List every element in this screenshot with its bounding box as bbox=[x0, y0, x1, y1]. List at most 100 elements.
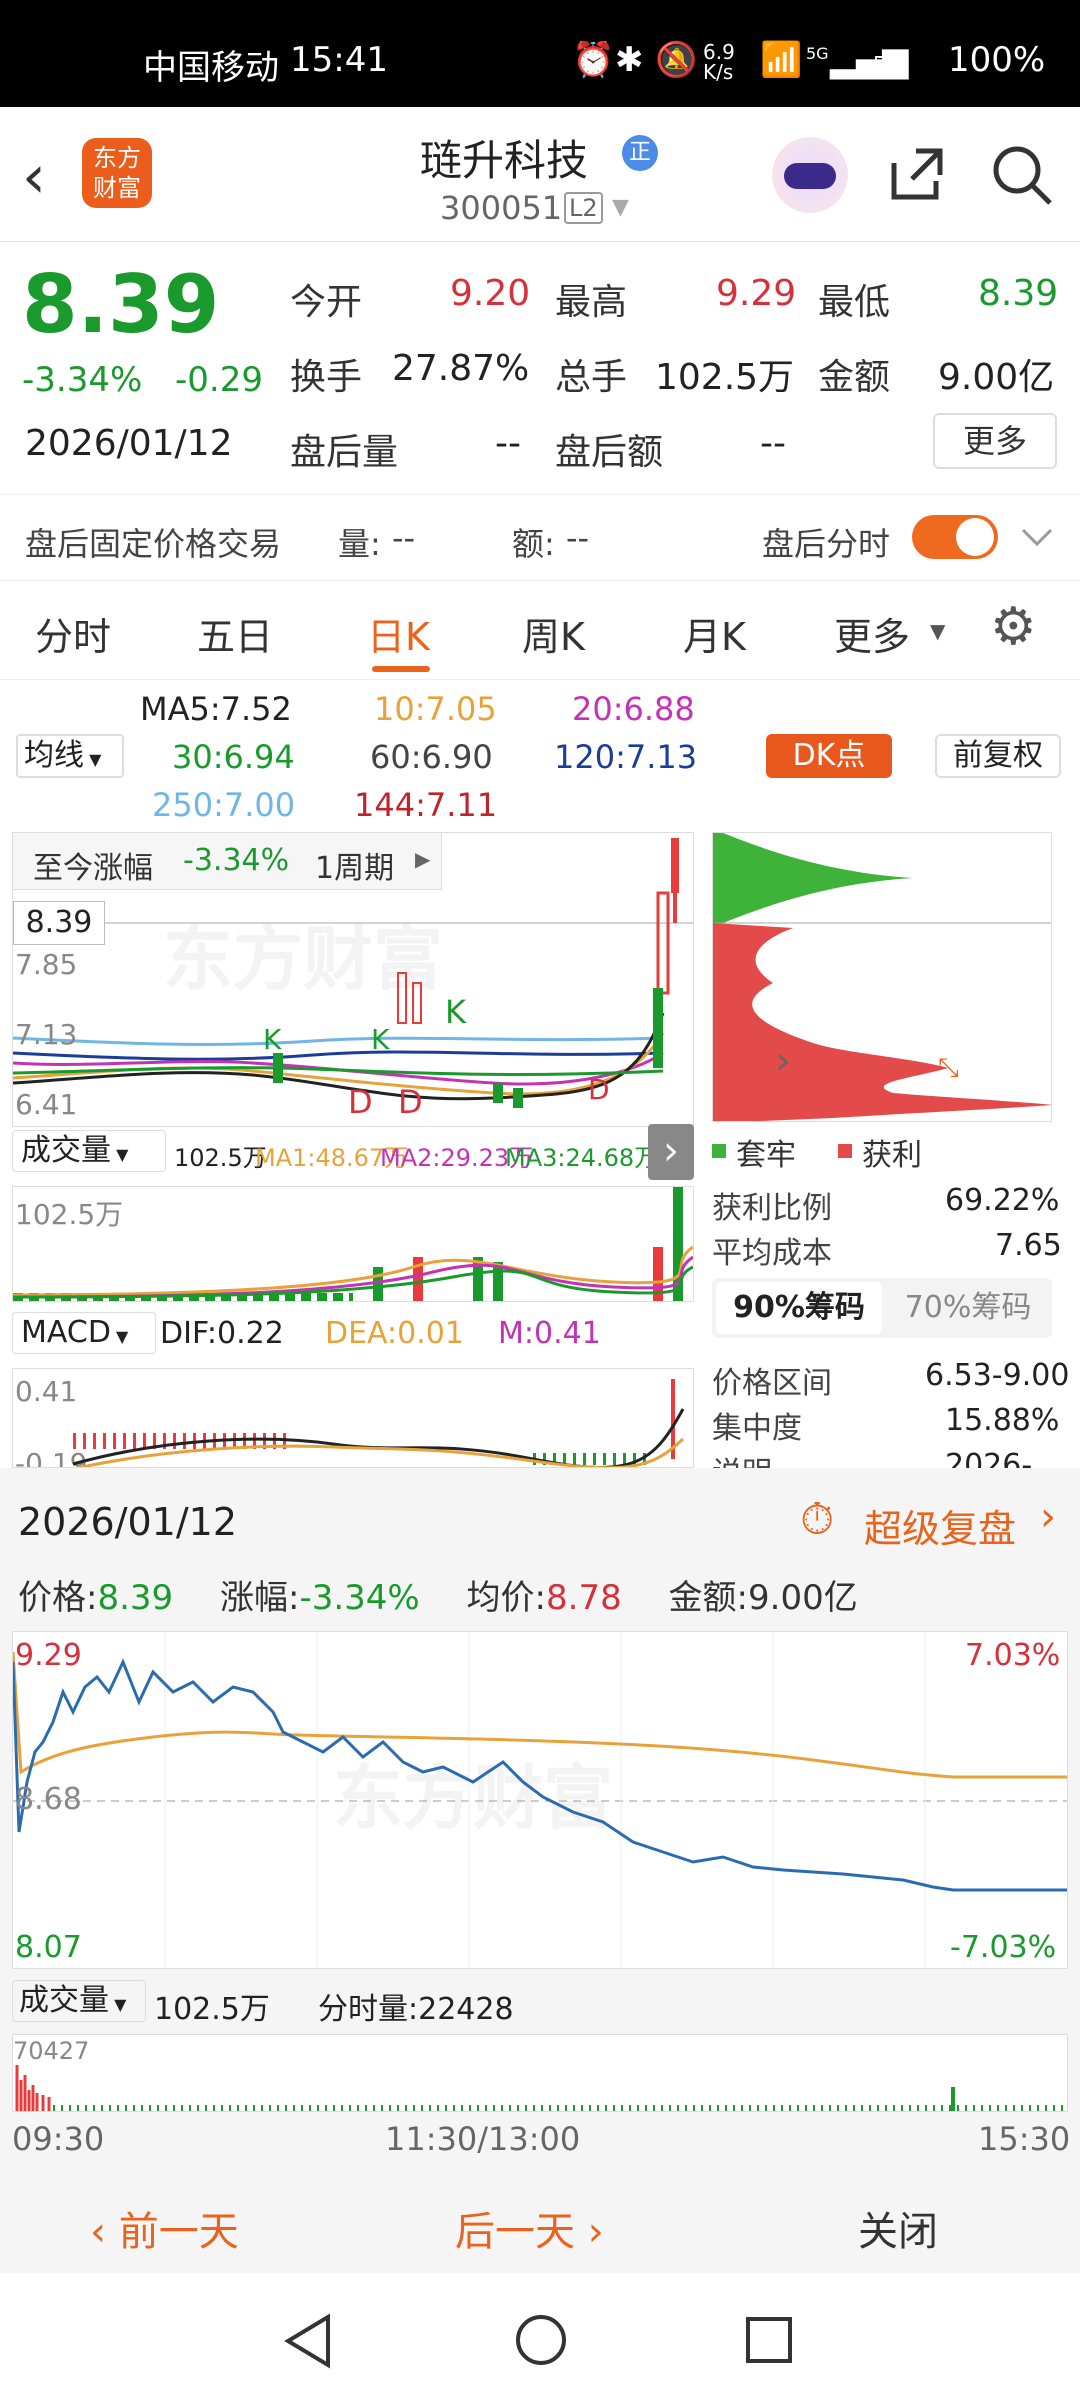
intraday-high: 9.29 bbox=[15, 1638, 82, 1673]
level-1: 7.85 bbox=[15, 948, 78, 981]
chevron-right-icon[interactable]: › bbox=[775, 1038, 791, 1084]
bluetooth-icon: ✱ bbox=[615, 40, 644, 80]
replay-change: -3.34% bbox=[299, 1578, 420, 1618]
signal-mark: K bbox=[445, 993, 466, 1031]
after-amt-value: -- bbox=[566, 519, 590, 557]
time-mid: 11:30/13:00 bbox=[385, 2120, 581, 2158]
level-2: 7.13 bbox=[15, 1018, 78, 1051]
range-bar[interactable]: 至今涨幅 -3.34% 1周期 ▶ bbox=[13, 833, 442, 890]
high-value: 9.29 bbox=[716, 273, 797, 314]
avg-cost-value: 7.65 bbox=[995, 1228, 1062, 1263]
replay-price: 8.39 bbox=[97, 1578, 174, 1618]
volume-selector[interactable]: 成交量 ▼ bbox=[12, 1130, 166, 1172]
chip-distribution-chart[interactable]: › ⤡ bbox=[712, 832, 1052, 1122]
tab-chips-90[interactable]: 90%筹码 bbox=[716, 1282, 882, 1334]
nav-home-icon[interactable] bbox=[514, 2313, 568, 2367]
tab-monthly-k[interactable]: 月K bbox=[683, 606, 746, 661]
after-vol-label: 量: bbox=[338, 525, 381, 563]
caret-down-icon[interactable]: ▼ bbox=[930, 619, 945, 643]
ma5-value: MA5:7.52 bbox=[140, 690, 292, 728]
more-button[interactable]: 更多 bbox=[933, 413, 1057, 469]
nav-back-icon[interactable] bbox=[282, 2313, 334, 2369]
high-label: 最高 bbox=[555, 282, 628, 323]
after-volume-label: 盘后量 bbox=[290, 432, 399, 473]
system-nav-bar bbox=[0, 2273, 1080, 2400]
mute-icon: 🔕 bbox=[655, 40, 698, 80]
share-icon[interactable] bbox=[886, 143, 948, 205]
chart-tabs: 分时 五日 日K 周K 月K 更多 ▼ ⚙ bbox=[0, 580, 1080, 680]
open-value: 9.20 bbox=[450, 273, 531, 314]
signal-mark: D bbox=[348, 1083, 373, 1121]
chip-note: 说明 2026-01-12 bbox=[712, 1448, 1033, 1468]
stock-name: 琏升科技 bbox=[420, 136, 589, 185]
amount-value: 9.00亿 bbox=[938, 357, 1055, 398]
adjust-button[interactable]: 前复权 bbox=[935, 734, 1061, 778]
intraday-pct-low: -7.03% bbox=[950, 1930, 1057, 1965]
back-icon[interactable]: ‹ bbox=[22, 142, 46, 212]
next-day-button[interactable]: 后一天 › bbox=[455, 2199, 604, 2257]
gear-icon[interactable]: ⚙ bbox=[990, 597, 1037, 657]
tab-intraday[interactable]: 分时 bbox=[35, 606, 111, 661]
signal-label: 5G bbox=[806, 44, 829, 63]
signal-mark: D bbox=[398, 1083, 423, 1121]
battery-level: 100% bbox=[948, 40, 1046, 80]
intraday-chart[interactable]: 东方财富 9.29 8.68 8.07 7.03% -7.03% bbox=[12, 1631, 1068, 1969]
tab-chips-70[interactable]: 70%筹码 bbox=[888, 1282, 1048, 1334]
replay-volume: 102.5万 bbox=[154, 1992, 270, 2027]
legend-trapped: 套牢 bbox=[736, 1138, 796, 1173]
close-button[interactable]: 关闭 bbox=[858, 2199, 938, 2257]
caret-right-icon: ▶ bbox=[415, 847, 431, 871]
tab-more[interactable]: 更多 bbox=[834, 606, 910, 661]
tab-five-day[interactable]: 五日 bbox=[197, 606, 273, 661]
expand-icon[interactable]: ⤡ bbox=[938, 1053, 959, 1084]
wifi-icon: 📶 bbox=[760, 40, 803, 80]
intraday-volume-chart[interactable]: 70427 bbox=[12, 2034, 1068, 2112]
macd-selector[interactable]: MACD ▼ bbox=[12, 1312, 156, 1354]
stock-code: 300051 bbox=[440, 189, 563, 227]
ma250-value: 250:7.00 bbox=[152, 786, 296, 824]
quote-date: 2026/01/12 bbox=[25, 423, 233, 464]
carrier: 中国移动 bbox=[143, 48, 279, 88]
robot-assistant-icon[interactable] bbox=[772, 137, 848, 213]
alarm-icon: ⏰ bbox=[572, 40, 615, 80]
kline-chart[interactable]: 东方财富 至今涨幅 -3.34% 1周期 ▶ 8.39 7.85 7.13 6.… bbox=[12, 832, 694, 1127]
super-replay-label: 超级复盘 bbox=[864, 1507, 1017, 1551]
replay-avg: 8.78 bbox=[546, 1578, 622, 1618]
tab-indicator bbox=[372, 666, 430, 672]
volume-value: 102.5万 bbox=[655, 357, 795, 398]
volume-value: 102.5万 bbox=[174, 1144, 267, 1172]
amount-label: 金额 bbox=[818, 357, 891, 398]
nav-recents-icon[interactable] bbox=[744, 2315, 794, 2365]
chevron-down-icon[interactable] bbox=[1020, 525, 1054, 549]
after-hours-toggle[interactable] bbox=[912, 515, 998, 559]
collapse-panel-button[interactable]: › bbox=[648, 1124, 694, 1180]
legend-profit: 获利 bbox=[862, 1138, 922, 1173]
ma-selector[interactable]: 均线 ▼ bbox=[16, 734, 124, 778]
prev-day-button[interactable]: ‹ 前一天 bbox=[90, 2199, 239, 2257]
time-start: 09:30 bbox=[12, 2120, 105, 2158]
tab-weekly-k[interactable]: 周K bbox=[522, 606, 585, 661]
chip-tabs: 90%筹码 70%筹码 bbox=[712, 1278, 1052, 1338]
signal-mark: D bbox=[588, 1073, 610, 1106]
level-3: 6.41 bbox=[15, 1088, 78, 1121]
macd-chart[interactable]: 0.41 -0.19 bbox=[12, 1368, 694, 1468]
range-value: -3.34% bbox=[183, 843, 290, 878]
after-vol-value: -- bbox=[392, 519, 416, 557]
replay-volume-selector[interactable]: 成交量 ▼ bbox=[12, 1980, 146, 2022]
time-end: 15:30 bbox=[978, 2120, 1071, 2158]
after-amount-label: 盘后额 bbox=[555, 432, 664, 473]
last-price: 8.39 bbox=[22, 258, 220, 351]
dk-point-button[interactable]: DK点 bbox=[766, 734, 892, 778]
profit-ratio-value: 69.22% bbox=[945, 1183, 1060, 1218]
after-hours-label: 盘后固定价格交易 bbox=[25, 525, 282, 563]
volume-label: 总手 bbox=[555, 357, 628, 398]
price-tag: 8.39 bbox=[13, 901, 105, 945]
chevron-down-icon[interactable]: ▼ bbox=[612, 195, 629, 220]
search-icon[interactable] bbox=[990, 143, 1054, 207]
tab-daily-k[interactable]: 日K bbox=[367, 606, 430, 661]
ma120-value: 120:7.13 bbox=[554, 738, 698, 776]
range-period: 1周期 bbox=[315, 851, 395, 886]
volume-chart[interactable]: 102.5万 bbox=[12, 1186, 694, 1302]
status-bar: 中国移动 15:41 ⏰ ✱ 🔕 6.9 K/s 📶 5G ▂▄▆ ▭ 100% bbox=[0, 0, 1080, 107]
concentration-label: 集中度 bbox=[712, 1411, 802, 1446]
